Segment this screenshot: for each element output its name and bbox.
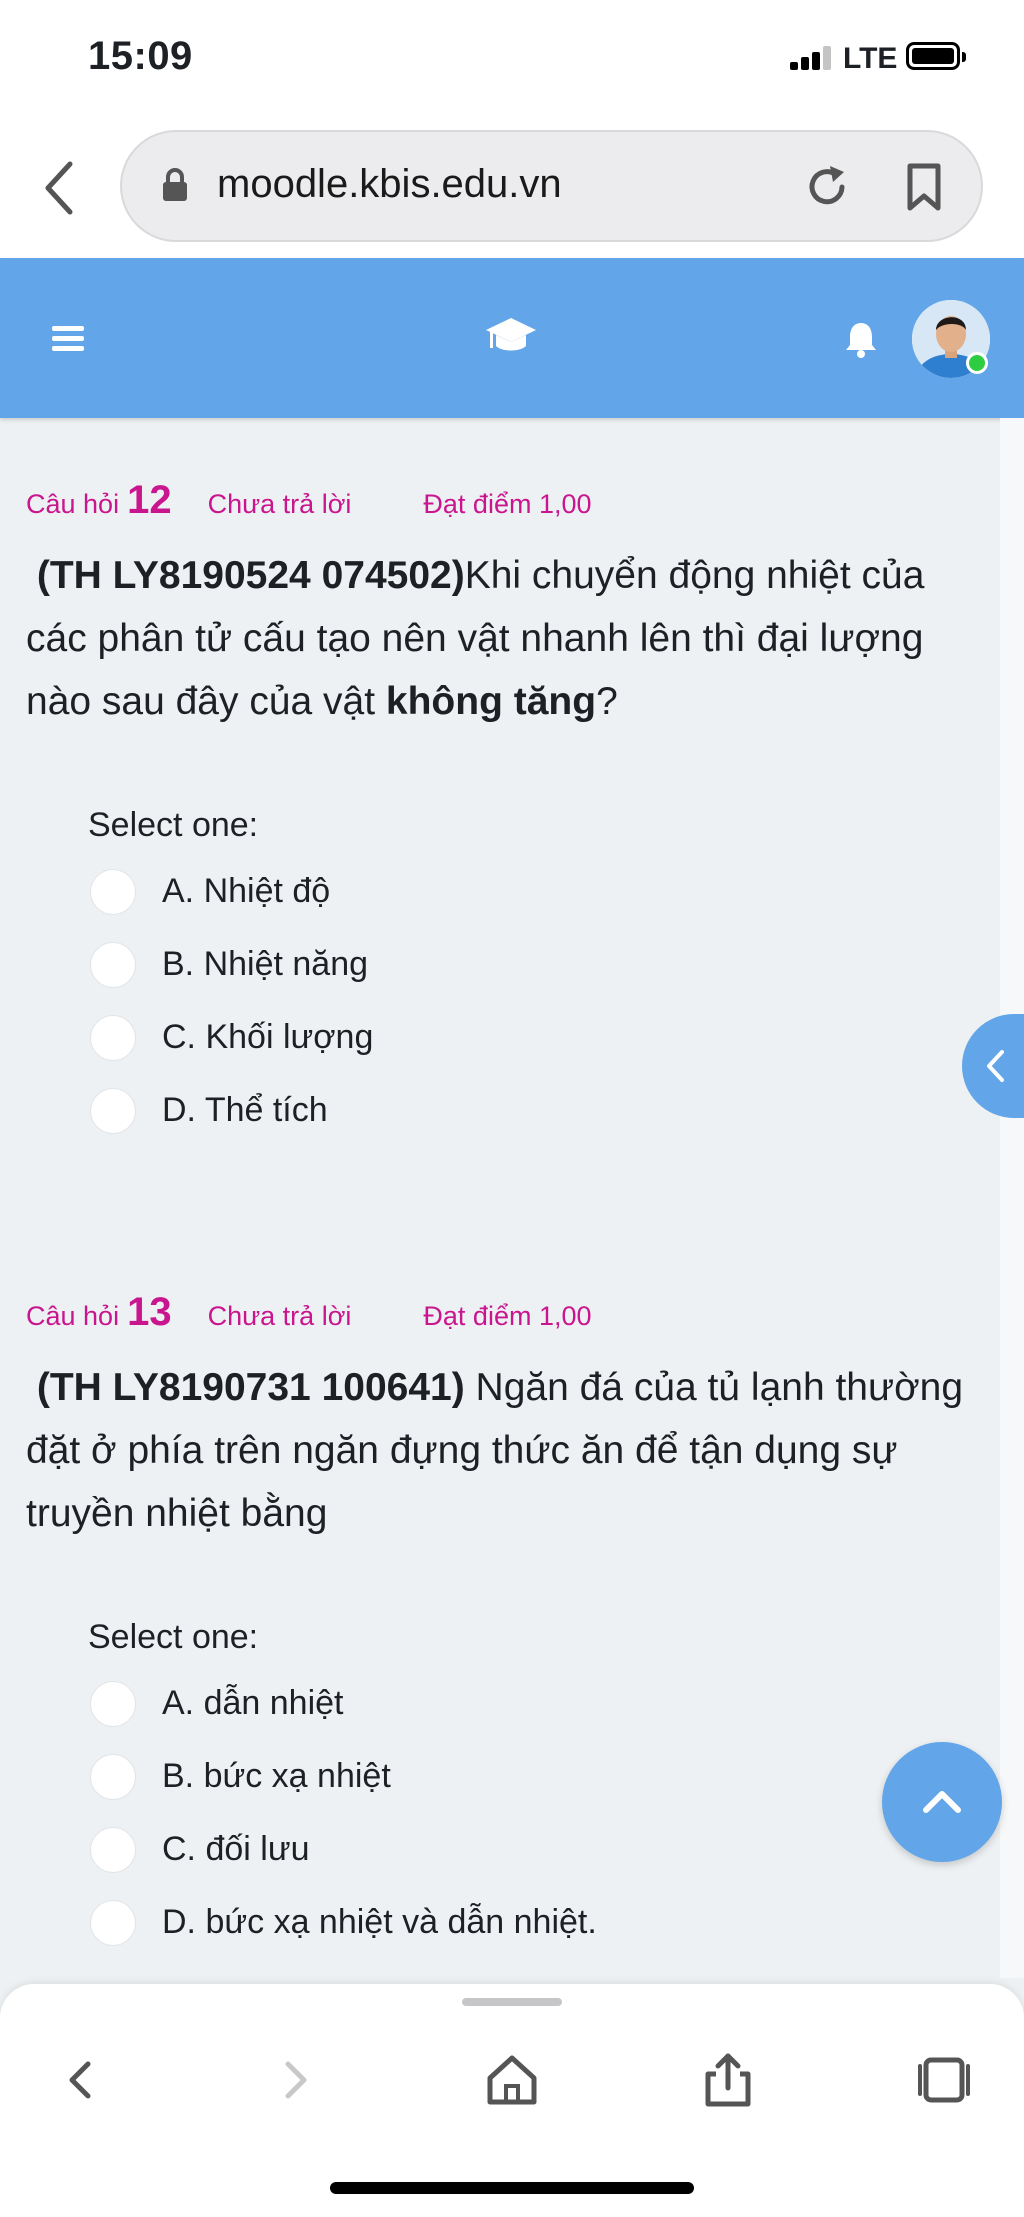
answer-option[interactable]: B. bức xạ nhiệt [88,1740,986,1813]
radio-button[interactable] [90,941,136,988]
chevron-up-icon [923,1791,961,1813]
question-card: Câu hỏi 12 Chưa trả lời Đạt điểm 1,00 (T… [26,478,986,1147]
question-emphasis: không tăng [385,680,597,723]
status-bar: 15:09 LTE [0,0,1024,118]
question-grade: Đạt điểm 1,00 [423,1301,592,1331]
network-type: LTE [843,42,898,75]
option-label[interactable]: A. dẫn nhiệt [162,1684,343,1723]
radio-button[interactable] [90,1680,136,1727]
radio-button[interactable] [90,868,136,915]
radio-button[interactable] [90,1087,136,1134]
url-field[interactable]: moodle.kbis.edu.vn [120,130,983,242]
option-label[interactable]: A. Nhiệt độ [162,872,330,911]
home-icon[interactable] [482,2050,542,2110]
toolbar-grabber[interactable] [462,1998,562,2006]
signal-strength-icon [790,46,834,70]
browser-address-bar: moodle.kbis.edu.vn [0,118,1024,258]
select-one-prompt: Select one: [88,1618,259,1656]
bookmark-icon[interactable] [904,162,944,212]
question-state: Chưa trả lời [207,489,352,519]
lock-icon [163,168,187,201]
moodle-header [0,258,1024,418]
option-label[interactable]: D. Thể tích [162,1091,328,1130]
select-one-prompt: Select one: [88,806,259,844]
battery-icon [906,42,966,70]
answer-option[interactable]: D. bức xạ nhiệt và dẫn nhiệt. [88,1886,986,1959]
answer-block: Select one: A. Nhiệt độ B. Nhiệt năng C.… [88,795,986,1147]
question-grade: Đạt điểm 1,00 [423,489,592,519]
option-label[interactable]: C. đối lưu [162,1830,310,1869]
url-text: moodle.kbis.edu.vn [217,162,562,206]
question-code: (TH LY8190731 100641) [36,1366,465,1409]
scrollbar-track [1000,418,1024,1978]
answer-option[interactable]: B. Nhiệt năng [88,928,986,1001]
chevron-left-icon [987,1050,1004,1082]
question-label: Câu hỏi [26,1301,120,1331]
question-suffix: ? [596,680,618,723]
answer-option[interactable]: D. Thể tích [88,1074,986,1147]
forward-arrow-icon[interactable] [266,2050,326,2110]
question-label: Câu hỏi [26,489,120,519]
question-number: 13 [127,1290,172,1334]
question-card: Câu hỏi 13 Chưa trả lời Đạt điểm 1,00 (T… [26,1290,986,1959]
radio-button[interactable] [90,1899,136,1946]
question-info: Câu hỏi 13 Chưa trả lời Đạt điểm 1,00 [26,1290,986,1350]
option-label[interactable]: B. bức xạ nhiệt [162,1757,391,1796]
scroll-to-top-button[interactable] [882,1742,1002,1862]
browser-back-chevron-icon[interactable] [40,158,80,218]
radio-button[interactable] [90,1014,136,1061]
back-arrow-icon[interactable] [50,2050,110,2110]
option-label[interactable]: C. Khối lượng [162,1018,373,1057]
radio-button[interactable] [90,1753,136,1800]
question-info: Câu hỏi 12 Chưa trả lời Đạt điểm 1,00 [26,478,986,538]
home-indicator[interactable] [330,2182,694,2194]
question-state: Chưa trả lời [207,1301,352,1331]
answer-option[interactable]: A. Nhiệt độ [88,855,986,928]
option-label[interactable]: D. bức xạ nhiệt và dẫn nhiệt. [162,1903,597,1942]
answer-option[interactable]: A. dẫn nhiệt [88,1667,986,1740]
answer-option[interactable]: C. Khối lượng [88,1001,986,1074]
answer-option[interactable]: C. đối lưu [88,1813,986,1886]
question-text: (TH LY8190731 100641) Ngăn đá của tủ lạn… [26,1356,986,1545]
status-time: 15:09 [88,34,193,78]
question-text: (TH LY8190524 074502)Khi chuyển động nhi… [26,544,986,733]
reload-icon[interactable] [802,162,852,212]
question-code: (TH LY8190524 074502) [36,554,465,597]
option-label[interactable]: B. Nhiệt năng [162,945,368,984]
answer-block: Select one: A. dẫn nhiệt B. bức xạ nhiệt… [88,1607,986,1959]
tabs-icon[interactable] [914,2050,974,2110]
graduation-cap-icon[interactable] [484,314,538,358]
radio-button[interactable] [90,1826,136,1873]
bell-icon[interactable] [844,320,878,358]
question-number: 12 [127,478,172,522]
hamburger-menu-icon[interactable] [52,326,84,352]
online-status-indicator [966,352,988,374]
share-icon[interactable] [698,2050,758,2110]
